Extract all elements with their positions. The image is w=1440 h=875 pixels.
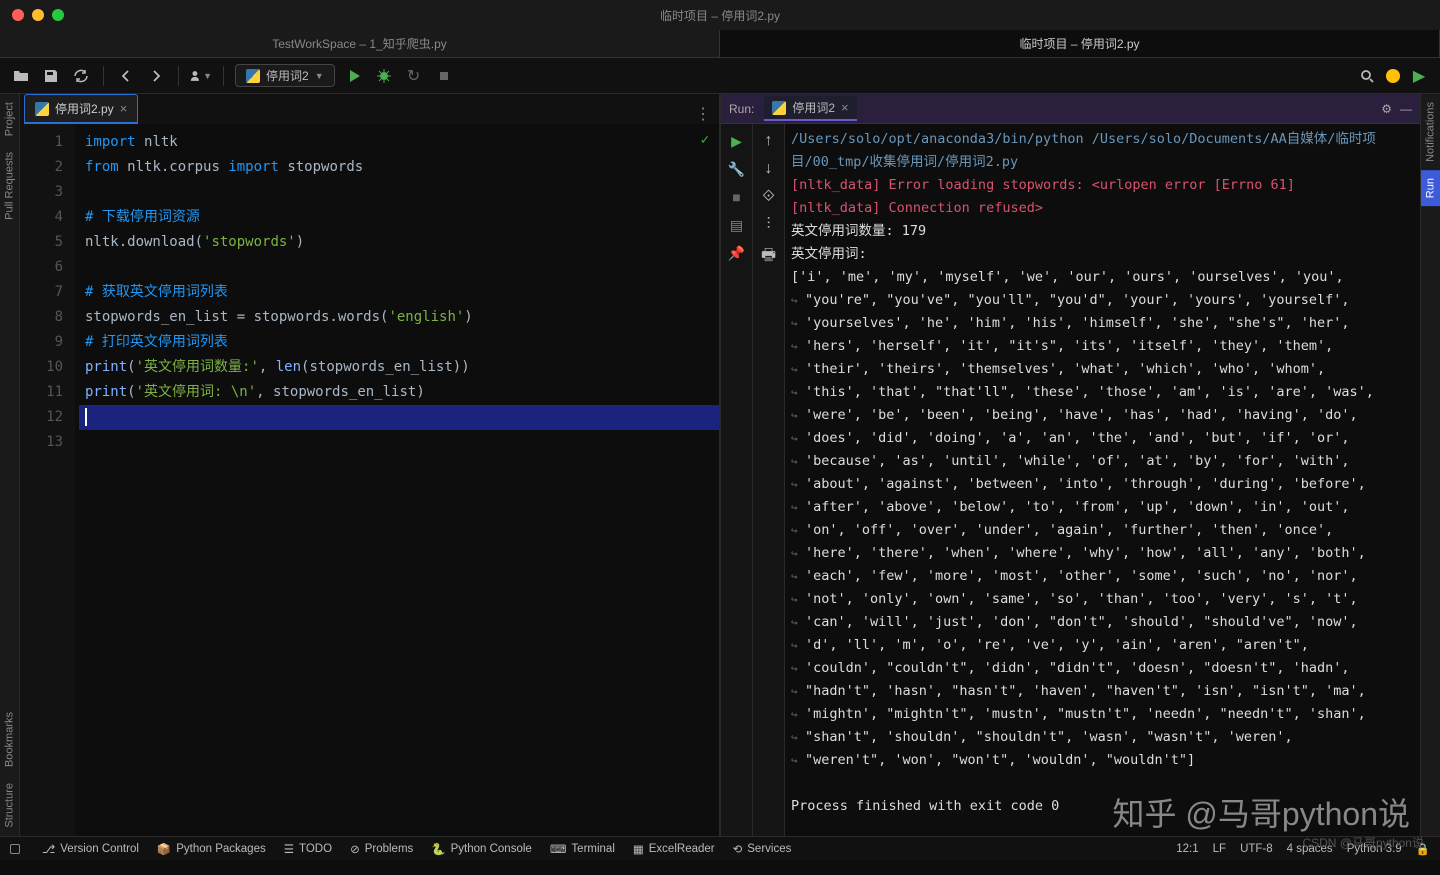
console-exit: Process finished with exit code 0 [791,795,1410,818]
scroll-icon[interactable]: ⫶ [766,216,770,234]
left-tool-rail: Project Pull Requests Bookmarks Structur… [0,94,20,836]
print-icon[interactable]: 🖶 [761,244,776,271]
code-editor[interactable]: ✓ 12345678910111213 import nltk from nlt… [20,124,719,836]
sb-indent[interactable]: 4 spaces [1287,843,1333,855]
editor-tab-active[interactable]: 停用词2.py × [24,94,138,124]
sb-todo[interactable]: ☰ TODO [284,842,332,856]
stop-icon[interactable]: ■ [728,188,746,206]
console-stopwords: ['i', 'me', 'my', 'myself', 'we', 'our',… [791,266,1410,772]
rail-bookmarks[interactable]: Bookmarks [0,704,19,775]
run-label: Run: [729,102,754,116]
user-dropdown-icon[interactable]: ▼ [190,65,212,87]
run-config-label: 停用词2 [266,67,309,84]
python-file-icon [35,102,49,116]
tool-square-icon[interactable] [10,844,20,854]
close-run-tab-icon[interactable]: × [841,100,849,115]
sb-position[interactable]: 12:1 [1176,843,1198,855]
minimize-panel-icon[interactable]: — [1400,102,1412,116]
rail-pull-requests[interactable]: Pull Requests [0,144,19,228]
console-count: 英文停用词数量: 179 [791,220,1410,243]
close-tab-icon[interactable]: × [120,101,128,116]
maximize-icon[interactable] [52,9,64,21]
workspace-tab-1[interactable]: 临时项目 – 停用词2.py [720,30,1440,57]
run-tab-label: 停用词2 [792,99,835,116]
rail-structure[interactable]: Structure [0,775,19,836]
play-arrow-icon[interactable]: ▶ [1408,65,1430,87]
sb-lock-icon[interactable]: 🔒 [1416,842,1430,856]
main-toolbar: ▼ 停用词2 ▼ ↻ ▶ [0,58,1440,94]
workspace-tab-0[interactable]: TestWorkSpace – 1_知乎爬虫.py [0,30,720,57]
status-bar: ⎇ Version Control 📦 Python Packages ☰ TO… [0,836,1440,860]
run-config-selector[interactable]: 停用词2 ▼ [235,64,335,87]
sb-services[interactable]: ⟲ Services [733,842,792,856]
console-error-1: [nltk_data] Error loading stopwords: <ur… [791,174,1410,197]
sb-version-control[interactable]: ⎇ Version Control [42,842,139,856]
search-icon[interactable] [1356,65,1378,87]
tab-options-icon[interactable]: ⋮ [695,104,711,124]
sb-python-version[interactable]: Python 3.9 [1347,843,1402,855]
python-icon [772,101,786,115]
console-error-2: [nltk_data] Connection refused> [791,197,1410,220]
rail-run[interactable]: Run [1421,170,1440,206]
minimize-icon[interactable] [32,9,44,21]
stop-icon[interactable] [433,65,455,87]
window-controls [12,9,64,21]
wrench-icon[interactable]: 🔧 [728,160,746,178]
python-icon [246,69,260,83]
sync-icon[interactable] [70,65,92,87]
run-icon[interactable] [343,65,365,87]
wrap-icon[interactable]: ⟐ [762,188,775,206]
run-coverage-icon[interactable]: ↻ [403,65,425,87]
workspace-tabs: TestWorkSpace – 1_知乎爬虫.py 临时项目 – 停用词2.py [0,30,1440,58]
sb-python-packages[interactable]: 📦 Python Packages [157,842,266,856]
up-icon[interactable]: ↑ [765,132,773,150]
line-gutter: 12345678910111213 [20,124,75,836]
sb-excel-reader[interactable]: ▦ ExcelReader [633,842,715,856]
sb-line-ending[interactable]: LF [1213,843,1226,855]
gear-icon[interactable]: ⚙ [1381,102,1392,116]
sb-python-console[interactable]: 🐍 Python Console [431,842,532,856]
chevron-down-icon: ▼ [315,71,324,81]
console-command: /Users/solo/opt/anaconda3/bin/python /Us… [791,128,1410,174]
run-toolbar-left: ▶ 🔧 ■ ▤ 📌 [721,124,753,836]
debug-icon[interactable] [373,65,395,87]
run-toolbar-right: ↑ ↓ ⟐ ⫶ 🖶 [753,124,785,836]
console-output[interactable]: /Users/solo/opt/anaconda3/bin/python /Us… [785,124,1420,836]
rerun-icon[interactable]: ▶ [728,132,746,150]
editor-pane: 停用词2.py × ⋮ ✓ 12345678910111213 import n… [20,94,720,836]
sb-terminal[interactable]: ⌨ Terminal [550,842,615,856]
console-list-label: 英文停用词: [791,243,1410,266]
editor-tabs: 停用词2.py × ⋮ [20,94,719,124]
indicator-yellow-icon[interactable] [1386,69,1400,83]
run-tab-active[interactable]: 停用词2 × [764,96,856,121]
run-header: Run: 停用词2 × ⚙ — [721,94,1420,124]
cursor [85,408,87,426]
pin-icon[interactable]: 📌 [728,244,746,262]
check-ok-icon: ✓ [701,132,709,148]
window-title: 临时项目 – 停用词2.py [660,7,780,24]
close-icon[interactable] [12,9,24,21]
code-body[interactable]: import nltk from nltk.corpus import stop… [75,124,719,836]
save-icon[interactable] [40,65,62,87]
editor-tab-label: 停用词2.py [55,100,114,117]
forward-icon[interactable] [145,65,167,87]
sb-encoding[interactable]: UTF-8 [1240,843,1273,855]
open-icon[interactable] [10,65,32,87]
rail-project[interactable]: Project [0,94,19,144]
rail-notifications[interactable]: Notifications [1421,94,1440,170]
down-icon[interactable]: ↓ [765,160,773,178]
back-icon[interactable] [115,65,137,87]
layout-icon[interactable]: ▤ [728,216,746,234]
run-pane: Run: 停用词2 × ⚙ — ▶ 🔧 ■ ▤ 📌 ↑ ↓ ⟐ [720,94,1420,836]
right-tool-rail: Notifications Run [1420,94,1440,836]
titlebar: 临时项目 – 停用词2.py [0,0,1440,30]
sb-problems[interactable]: ⊘ Problems [350,842,413,856]
